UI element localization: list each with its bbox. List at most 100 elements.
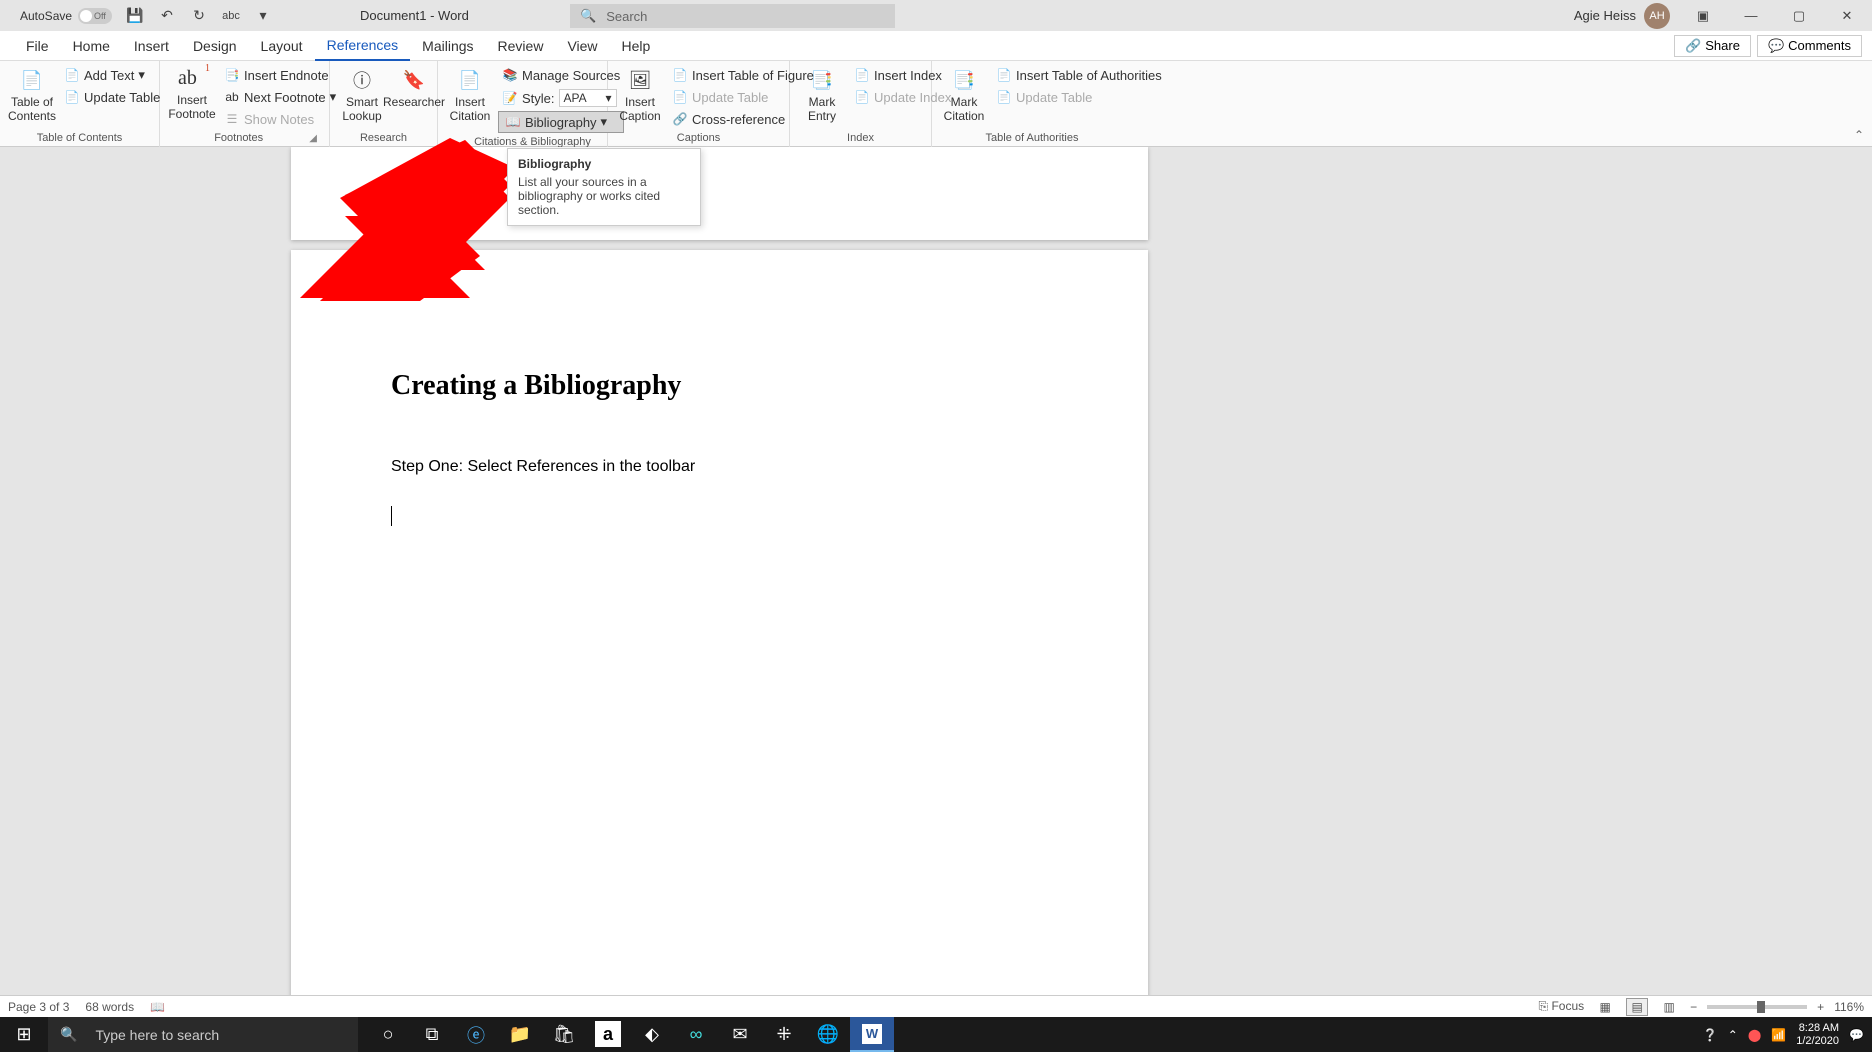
manage-sources-button[interactable]: 📚Manage Sources [498, 65, 624, 85]
tab-references[interactable]: References [315, 31, 411, 61]
save-icon[interactable]: 💾 [126, 7, 144, 25]
spellcheck-icon[interactable]: abc [222, 7, 240, 25]
table-of-contents-button[interactable]: 📄 Table of Contents [8, 65, 56, 125]
cortana-icon[interactable]: ○ [366, 1017, 410, 1052]
tab-insert[interactable]: Insert [122, 31, 181, 61]
task-view-icon[interactable]: ⧉ [410, 1017, 454, 1052]
bibliography-button[interactable]: 📖Bibliography▾ [498, 111, 624, 133]
tab-design[interactable]: Design [181, 31, 249, 61]
smart-lookup-button[interactable]: ⓘSmart Lookup [338, 65, 386, 125]
tab-layout[interactable]: Layout [249, 31, 315, 61]
group-label-captions: Captions [616, 129, 781, 147]
taskbar-search[interactable]: 🔍 Type here to search [48, 1017, 358, 1052]
citation-icon: 📄 [457, 67, 483, 93]
search-input[interactable]: 🔍 Search [570, 4, 895, 28]
book-icon[interactable]: 📖 [150, 1000, 165, 1014]
amazon-icon[interactable]: a [595, 1021, 621, 1047]
undo-icon[interactable]: ↶ [158, 7, 176, 25]
add-text-button[interactable]: 📄Add Text ▾ [60, 65, 164, 85]
researcher-button[interactable]: 🔖Researcher [390, 65, 438, 111]
focus-mode-button[interactable]: ⎘ Focus [1539, 999, 1585, 1014]
tab-mailings[interactable]: Mailings [410, 31, 485, 61]
app-icon[interactable]: ∞ [674, 1017, 718, 1052]
researcher-icon: 🔖 [401, 67, 427, 93]
manage-sources-icon: 📚 [502, 67, 518, 83]
insert-citation-button[interactable]: 📄Insert Citation [446, 65, 494, 125]
share-button[interactable]: 🔗Share [1674, 35, 1751, 57]
dropbox-icon[interactable]: ⬖ [630, 1017, 674, 1052]
word-icon[interactable]: W [850, 1017, 894, 1052]
edge-icon[interactable]: ⓔ [454, 1017, 498, 1052]
help-icon[interactable]: ❔ [1703, 1028, 1718, 1042]
document-area: Creating a Bibliography Step One: Select… [0, 147, 1872, 1016]
wifi-icon[interactable]: 📶 [1771, 1028, 1786, 1042]
tab-view[interactable]: View [555, 31, 609, 61]
zoom-slider[interactable] [1707, 1005, 1807, 1009]
search-icon: 🔍 [580, 8, 596, 24]
security-icon[interactable]: ⬤ [1748, 1028, 1761, 1042]
update-icon: 📄 [672, 89, 688, 105]
tab-file[interactable]: File [14, 31, 61, 61]
zoom-in-button[interactable]: + [1817, 1000, 1824, 1014]
insert-footnote-button[interactable]: ab Insert Footnote [168, 65, 216, 123]
cross-ref-icon: 🔗 [672, 111, 688, 127]
mark-citation-button[interactable]: 📑Mark Citation [940, 65, 988, 125]
share-icon: 🔗 [1685, 38, 1701, 54]
print-layout-icon[interactable]: ▤ [1626, 998, 1648, 1016]
ribbon-display-icon[interactable]: ▣ [1688, 6, 1718, 26]
insert-caption-button[interactable]: 🖼Insert Caption [616, 65, 664, 125]
file-explorer-icon[interactable]: 📁 [498, 1017, 542, 1052]
insert-table-authorities-button[interactable]: 📄Insert Table of Authorities [992, 65, 1166, 85]
show-notes-icon: ☰ [224, 111, 240, 127]
maximize-icon[interactable]: ▢ [1784, 6, 1814, 26]
document-body-text: Step One: Select References in the toolb… [391, 458, 1048, 476]
avatar-icon: AH [1644, 3, 1670, 29]
tray-expand-icon[interactable]: ⌃ [1728, 1028, 1738, 1042]
autosave-toggle[interactable]: AutoSave Off [20, 8, 112, 24]
start-button[interactable]: ⊞ [0, 1017, 48, 1052]
update-icon: 📄 [854, 89, 870, 105]
page-count[interactable]: Page 3 of 3 [8, 1000, 69, 1014]
chevron-down-icon: ▾ [138, 67, 145, 83]
group-label-authorities: Table of Authorities [940, 129, 1124, 147]
tab-review[interactable]: Review [486, 31, 556, 61]
customize-qat-icon[interactable]: ▾ [254, 7, 272, 25]
mark-citation-icon: 📑 [951, 67, 977, 93]
insert-endnote-button[interactable]: 📑Insert Endnote [220, 65, 340, 85]
tab-help[interactable]: Help [610, 31, 663, 61]
switch-off-icon[interactable]: Off [78, 8, 112, 24]
collapse-ribbon-icon[interactable]: ⌃ [1854, 128, 1864, 142]
insert-index-icon: 📄 [854, 67, 870, 83]
comments-button[interactable]: 💬Comments [1757, 35, 1862, 57]
account-button[interactable]: Agie Heiss AH [1574, 3, 1670, 29]
citation-style-select[interactable]: 📝Style:APA ▾ [498, 87, 624, 109]
update-table-button[interactable]: 📄Update Table [60, 87, 164, 107]
comment-icon: 💬 [1768, 38, 1784, 54]
tab-home[interactable]: Home [61, 31, 122, 61]
red-arrow-icon [300, 138, 515, 308]
next-footnote-button[interactable]: abNext Footnote ▾ [220, 87, 340, 107]
slack-icon[interactable]: ⁜ [762, 1017, 806, 1052]
web-layout-icon[interactable]: ▥ [1658, 998, 1680, 1016]
minimize-icon[interactable]: — [1736, 6, 1766, 26]
clock[interactable]: 8:28 AM 1/2/2020 [1796, 1022, 1839, 1048]
tooltip-title: Bibliography [518, 157, 690, 171]
zoom-out-button[interactable]: − [1690, 1000, 1697, 1014]
zoom-level[interactable]: 116% [1834, 1000, 1864, 1014]
chrome-icon[interactable]: 🌐 [806, 1017, 850, 1052]
document-title: Document1 - Word [360, 8, 469, 23]
redo-icon[interactable]: ↻ [190, 7, 208, 25]
read-mode-icon[interactable]: ▦ [1594, 998, 1616, 1016]
close-icon[interactable]: ✕ [1832, 6, 1862, 26]
bibliography-icon: 📖 [505, 114, 521, 130]
caption-icon: 🖼 [627, 67, 653, 93]
mark-entry-button[interactable]: 📑Mark Entry [798, 65, 846, 125]
word-count[interactable]: 68 words [85, 1000, 134, 1014]
notifications-icon[interactable]: 💬 [1849, 1028, 1864, 1042]
text-cursor [391, 506, 392, 526]
table-figures-icon: 📄 [672, 67, 688, 83]
mail-icon[interactable]: ✉ [718, 1017, 762, 1052]
document-page[interactable]: Creating a Bibliography Step One: Select… [291, 250, 1148, 1016]
next-footnote-icon: ab [224, 89, 240, 105]
store-icon[interactable]: 🛍 [542, 1017, 586, 1052]
